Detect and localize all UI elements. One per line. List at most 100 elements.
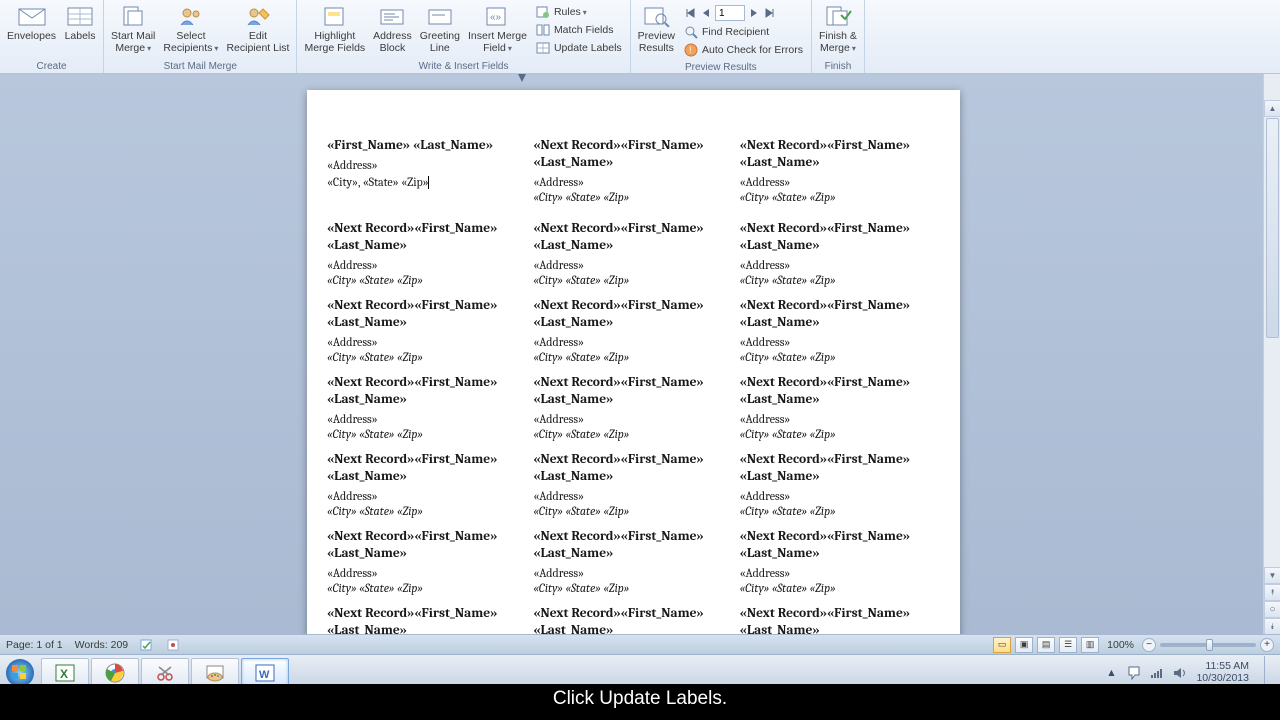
merge-city-line: «City» «State» «Zip» xyxy=(740,350,940,364)
merge-city-line: «City» «State» «Zip» xyxy=(533,581,733,595)
label-cell[interactable]: «Next Record»«First_Name» «Last_Name»«Ad… xyxy=(740,529,940,606)
merge-address-line: «Address» xyxy=(740,335,940,349)
preview-results-button[interactable]: Preview Results xyxy=(634,2,679,56)
find-icon xyxy=(684,25,698,39)
labels-icon xyxy=(64,4,96,28)
next-record-button[interactable] xyxy=(747,6,761,20)
taskbar-chrome[interactable] xyxy=(91,658,139,688)
merge-name-line: «Next Record»«First_Name» «Last_Name» xyxy=(533,221,733,255)
rules-button[interactable]: Rules xyxy=(533,4,625,20)
label-cell[interactable]: «Next Record»«First_Name» «Last_Name»«Ad… xyxy=(327,452,527,529)
label-cell[interactable]: «Next Record»«First_Name» «Last_Name»«Ad… xyxy=(740,221,940,298)
group-preview-label: Preview Results xyxy=(634,60,808,74)
tray-network-icon[interactable] xyxy=(1150,666,1164,680)
label-cell[interactable]: «Next Record»«First_Name» «Last_Name»«Ad… xyxy=(327,375,527,452)
taskbar-word[interactable]: W xyxy=(241,658,289,688)
tray-show-hidden-icon[interactable]: ▲ xyxy=(1104,666,1118,680)
draft-view[interactable]: ▥ xyxy=(1081,637,1099,653)
prev-record-button[interactable] xyxy=(699,6,713,20)
spellcheck-icon[interactable] xyxy=(140,638,154,652)
macro-record-icon[interactable] xyxy=(166,638,180,652)
edit-recipients-icon xyxy=(242,4,274,28)
zoom-in-button[interactable]: + xyxy=(1260,638,1274,652)
document-page[interactable]: «First_Name» «Last_Name»«Address»«City»,… xyxy=(307,90,960,634)
zoom-slider[interactable] xyxy=(1160,643,1256,647)
label-cell[interactable]: «Next Record»«First_Name» «Last_Name»«Ad… xyxy=(533,298,733,375)
finish-merge-button[interactable]: Finish & Merge xyxy=(815,2,861,56)
merge-address-line: «Address» xyxy=(533,489,733,503)
outline-view[interactable]: ☰ xyxy=(1059,637,1077,653)
greeting-line-button[interactable]: Greeting Line xyxy=(416,2,464,56)
insert-merge-field-button[interactable]: «» Insert Merge Field xyxy=(464,2,531,56)
merge-name-line: «Next Record»«First_Name» «Last_Name» xyxy=(327,298,527,332)
edit-recipient-list-button[interactable]: Edit Recipient List xyxy=(222,2,293,56)
full-screen-view[interactable]: ▣ xyxy=(1015,637,1033,653)
next-page-button[interactable]: ⯯ xyxy=(1264,618,1280,634)
scroll-down-button[interactable]: ▼ xyxy=(1264,567,1280,584)
status-bar: Page: 1 of 1 Words: 209 ▭ ▣ ▤ ☰ ▥ 100% −… xyxy=(0,634,1280,654)
tray-volume-icon[interactable] xyxy=(1173,666,1187,680)
merge-name-line: «Next Record»«First_Name» «Last_Name» xyxy=(740,606,940,634)
label-cell[interactable]: «Next Record»«First_Name» «Last_Name»«Ad… xyxy=(533,221,733,298)
highlight-merge-fields-button[interactable]: Highlight Merge Fields xyxy=(300,2,369,56)
merge-address-line: «Address» xyxy=(740,412,940,426)
merge-city-line: «City» «State» «Zip» xyxy=(740,273,940,287)
select-recipients-button[interactable]: Select Recipients xyxy=(159,2,222,56)
label-cell[interactable]: «Next Record»«First_Name» «Last_Name»«Ad… xyxy=(533,529,733,606)
word-count[interactable]: Words: 209 xyxy=(75,639,129,651)
label-cell[interactable]: «Next Record»«First_Name» «Last_Name»«Ad… xyxy=(740,138,940,215)
web-layout-view[interactable]: ▤ xyxy=(1037,637,1055,653)
zoom-slider-thumb[interactable] xyxy=(1206,639,1213,651)
match-fields-button[interactable]: Match Fields xyxy=(533,22,625,38)
auto-check-errors-button[interactable]: ! Auto Check for Errors xyxy=(681,42,806,58)
label-cell[interactable]: «Next Record»«First_Name» «Last_Name»«Ad… xyxy=(327,529,527,606)
envelopes-button[interactable]: Envelopes xyxy=(3,2,60,44)
start-mail-merge-button[interactable]: Start Mail Merge xyxy=(107,2,159,56)
label-cell[interactable]: «Next Record»«First_Name» «Last_Name»«Ad… xyxy=(533,606,733,634)
browse-object-button[interactable]: ○ xyxy=(1264,601,1280,618)
scroll-thumb[interactable] xyxy=(1266,118,1279,338)
label-cell[interactable]: «Next Record»«First_Name» «Last_Name»«Ad… xyxy=(533,375,733,452)
ruler-tab-marker[interactable] xyxy=(518,74,524,82)
label-cell[interactable]: «Next Record»«First_Name» «Last_Name»«Ad… xyxy=(740,452,940,529)
label-cell[interactable]: «Next Record»«First_Name» «Last_Name»«Ad… xyxy=(533,138,733,215)
vertical-scrollbar[interactable]: ▲ ▼ ⯭ ○ ⯯ xyxy=(1263,74,1280,634)
last-record-button[interactable] xyxy=(763,6,777,20)
zoom-out-button[interactable]: − xyxy=(1142,638,1156,652)
record-number-input[interactable] xyxy=(715,5,745,21)
start-mail-merge-icon xyxy=(117,4,149,28)
taskbar-snip[interactable] xyxy=(141,658,189,688)
tray-clock[interactable]: 11:55 AM 10/30/2013 xyxy=(1196,661,1249,684)
first-record-button[interactable] xyxy=(683,6,697,20)
merge-name-line: «Next Record»«First_Name» «Last_Name» xyxy=(533,138,733,172)
merge-address-line: «Address» xyxy=(327,258,527,272)
address-block-button[interactable]: Address Block xyxy=(369,2,416,56)
label-cell[interactable]: «Next Record»«First_Name» «Last_Name»«Ad… xyxy=(327,298,527,375)
merge-name-line: «Next Record»«First_Name» «Last_Name» xyxy=(327,606,527,634)
taskbar-excel[interactable]: X xyxy=(41,658,89,688)
svg-text:!: ! xyxy=(689,45,692,55)
find-recipient-button[interactable]: Find Recipient xyxy=(681,24,806,40)
label-cell[interactable]: «First_Name» «Last_Name»«Address»«City»,… xyxy=(327,138,527,221)
update-labels-button[interactable]: Update Labels xyxy=(533,40,625,56)
label-cell[interactable]: «Next Record»«First_Name» «Last_Name»«Ad… xyxy=(533,452,733,529)
merge-city-line: «City» «State» «Zip» xyxy=(327,273,527,287)
tray-action-center-icon[interactable] xyxy=(1127,666,1141,680)
merge-city-line: «City» «State» «Zip» xyxy=(740,581,940,595)
taskbar-paint[interactable] xyxy=(191,658,239,688)
print-layout-view[interactable]: ▭ xyxy=(993,637,1011,653)
label-cell[interactable]: «Next Record»«First_Name» «Last_Name»«Ad… xyxy=(740,606,940,634)
label-cell[interactable]: «Next Record»«First_Name» «Last_Name» «Ad… xyxy=(740,375,940,452)
label-cell[interactable]: «Next Record»«First_Name» «Last_Name»«Ad… xyxy=(740,298,940,375)
page-status[interactable]: Page: 1 of 1 xyxy=(6,639,63,651)
merge-name-line: «Next Record»«First_Name» «Last_Name» xyxy=(740,375,940,409)
zoom-level[interactable]: 100% xyxy=(1107,639,1134,651)
label-cell[interactable]: «Next Record»«First_Name» «Last_Name»«Ad… xyxy=(327,221,527,298)
group-finish-label: Finish xyxy=(815,59,861,73)
group-write-label: Write & Insert Fields xyxy=(300,59,626,73)
merge-city-line: «City» «State» «Zip» xyxy=(327,581,527,595)
prev-page-button[interactable]: ⯭ xyxy=(1264,584,1280,601)
labels-button[interactable]: Labels xyxy=(60,2,100,44)
label-cell[interactable]: «Next Record»«First_Name» «Last_Name»«Ad… xyxy=(327,606,527,634)
scroll-up-button[interactable]: ▲ xyxy=(1264,100,1280,117)
